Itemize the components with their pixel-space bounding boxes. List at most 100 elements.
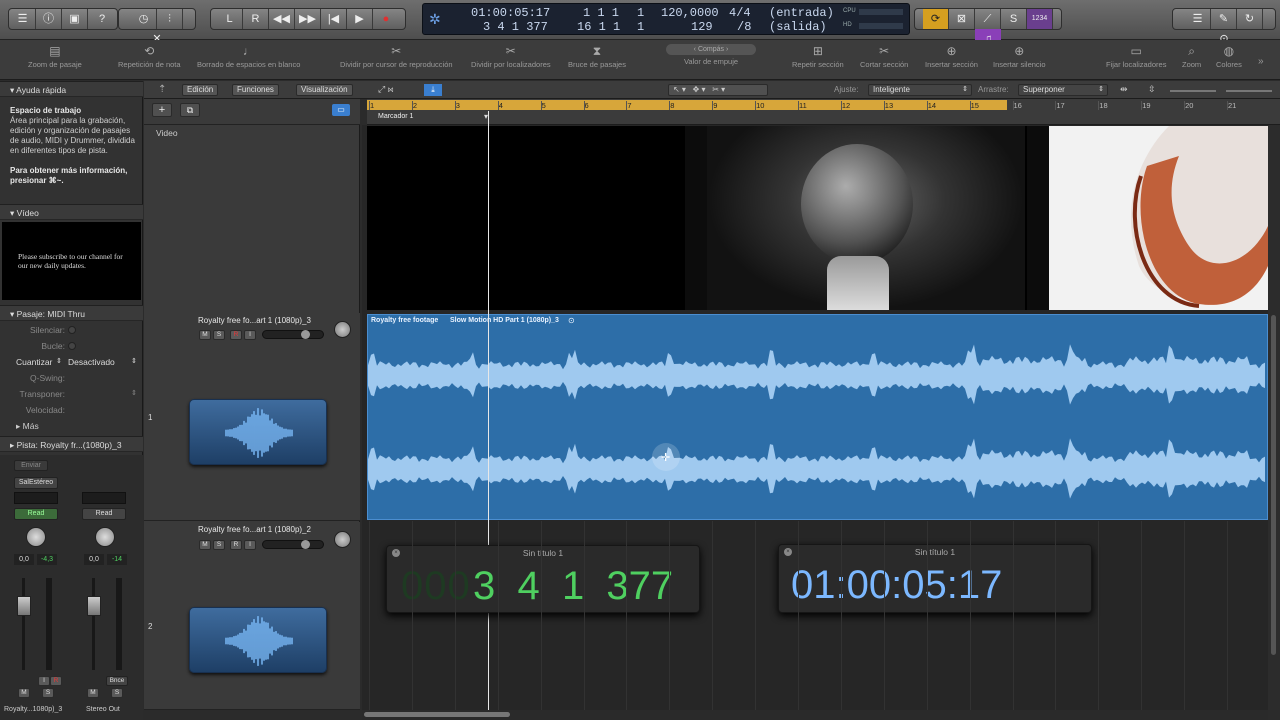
mute-checkbox[interactable] [68,326,76,334]
vertical-scrollbar[interactable] [1268,125,1280,710]
toolbar-insert-section[interactable]: ⊕ Insertar sección [925,44,978,69]
lcd-tempo[interactable]: 120,0000 [661,6,719,20]
audio-region[interactable]: Royalty free footage Slow Motion HD Part… [367,314,1268,520]
functions-menu[interactable]: Funciones [232,84,279,96]
gear-icon[interactable]: ✲ [429,11,441,28]
catch-icon[interactable]: ⤓ [424,84,442,96]
toolbar-zoom[interactable]: ⌕ Zoom [1182,44,1201,69]
bars-beats-window[interactable]: × Sin título 1 000 3 4 1 377 [386,545,700,613]
automation-read-a[interactable]: Read [14,508,58,520]
go-to-start-icon[interactable]: |◀ [321,9,347,29]
group-slot[interactable] [14,492,58,504]
fader-b[interactable] [87,596,101,616]
cycle-icon[interactable]: ⟳ [923,9,949,29]
horizontal-scroll-thumb[interactable] [364,712,510,717]
row-transpose[interactable]: Transponer: ⇕ [0,386,143,402]
region-inspector-header[interactable]: ▾ Pasaje: MIDI Thru [0,305,143,321]
cycle-region[interactable] [367,100,1007,110]
track1-input[interactable]: I [244,330,256,340]
flex-icon[interactable]: ⤢ ⋈ [378,84,393,95]
add-track-icon[interactable]: + [152,103,172,117]
track2-solo[interactable]: S [213,540,225,550]
track1-volume-slider[interactable] [262,330,324,339]
transpose-stepper-icon[interactable]: ⇕ [131,386,137,402]
track-inspector-header[interactable]: ▸ Pista: Royalty fr...(1080p)_3 [0,436,143,452]
fader-a[interactable] [17,596,31,616]
row-loop[interactable]: Bucle: [0,338,143,354]
input-monitor-a[interactable]: I [38,676,50,686]
vertical-scroll-thumb[interactable] [1271,315,1276,655]
track2-mute[interactable]: M [199,540,211,550]
playhead[interactable] [488,111,489,710]
track2-pan-knob[interactable] [334,531,351,548]
vertical-zoom-icon[interactable]: ⇳ [1148,84,1156,95]
automation-read-b[interactable]: Read [82,508,126,520]
notepad-icon[interactable]: ✎ [1211,9,1237,29]
tool-menus-icon[interactable]: ↖ ▾ ✥ ▾ ✂ ▾ [668,84,768,96]
group-slot-b[interactable] [82,492,126,504]
edit-menu[interactable]: Edición [182,84,219,96]
nudge-selector[interactable]: ‹ Compás › [666,44,756,55]
mixer-icon[interactable]: ⫶ [157,9,183,29]
row-mute[interactable]: Silenciar: [0,322,143,338]
library-icon[interactable]: ☰ [10,9,36,29]
toolbar-cut-section[interactable]: ✂ Cortar sección [860,44,908,69]
track1-volume-thumb[interactable] [301,330,310,339]
rewind-icon[interactable]: ◀◀ [269,9,295,29]
track2-icon[interactable] [189,607,327,673]
drag-dropdown[interactable]: Superponer ⇕ [1018,84,1108,96]
add-folder-icon[interactable]: ⧉ [180,103,200,117]
count-in-icon[interactable]: 1234 [1027,9,1053,29]
track-name-1[interactable]: Royalty free fo...art 1 (1080p)_3 [198,316,311,325]
send-slot[interactable]: Enviar [14,460,48,471]
solo-b[interactable]: S [111,688,123,698]
record-icon[interactable]: ● [373,9,399,29]
view-menu[interactable]: Visualización [296,84,353,96]
track1-mute[interactable]: M [199,330,211,340]
global-tracks-icon[interactable]: ▭ [332,104,350,116]
toolbar-crossfade[interactable]: ⧗ Bruce de pasajes [568,44,626,69]
snap-dropdown[interactable]: Inteligente ⇕ [868,84,972,96]
toolbar-split-playhead[interactable]: ✂ Dividir por cursor de reproducción [340,44,453,69]
fast-forward-icon[interactable]: ▶▶ [295,9,321,29]
pan-knob-a[interactable] [26,527,46,547]
track2-volume-thumb[interactable] [301,540,310,549]
toolbar-overflow-icon[interactable]: » [1258,56,1264,67]
toolbar-strip-silence[interactable]: ♩ Borrado de espacios en blanco [197,44,300,69]
timecode-window[interactable]: × Sin título 1 01:00:05:17 [778,544,1092,613]
solo-a[interactable]: S [42,688,54,698]
go-to-left-icon[interactable]: L [217,9,243,29]
toolbar-repeat-section[interactable]: ⊞ Repetir sección [792,44,844,69]
horizontal-zoom-slider[interactable] [1226,90,1272,92]
marker-label[interactable]: Marcador 1 [378,113,413,120]
record-enable-a[interactable]: R [50,676,62,686]
pan-knob-b[interactable] [95,527,115,547]
track2-record[interactable]: R [230,540,242,550]
mute-b[interactable]: M [87,688,99,698]
quantize-stepper-icon[interactable]: ⇕ [56,354,62,370]
smart-controls-icon[interactable]: ▣ [62,9,88,29]
waveform-zoom-icon[interactable]: ⇹ [1120,84,1128,95]
toolbar-split-locators[interactable]: ✂ Dividir por localizadores [471,44,551,69]
mute-a[interactable]: M [18,688,30,698]
lcd-signature[interactable]: 4/4 [729,6,751,20]
toolbar-note-repeat[interactable]: ⟲ Repetición de nota [118,44,181,69]
loops-icon[interactable]: ↻ [1237,9,1263,29]
play-icon[interactable]: ▶ [347,9,373,29]
track1-pan-knob[interactable] [334,321,351,338]
row-velocity[interactable]: Velocidad: [0,402,143,418]
help-icon[interactable]: ? [88,9,116,29]
inspector-icon[interactable]: ⓘ [36,9,62,29]
playhead-handle-icon[interactable]: ▾ [484,112,488,121]
toolbar-insert-silence[interactable]: ⊕ Insertar silencio [993,44,1046,69]
track2-volume-slider[interactable] [262,540,324,549]
up-arrow-icon[interactable]: ⇡ [158,84,166,95]
row-quantize[interactable]: Cuantizar ⇕ Desactivado ⇕ [0,354,143,370]
track1-record[interactable]: R [230,330,242,340]
quantize-dropdown-icon[interactable]: ⇕ [131,354,137,370]
lcd-display[interactable]: ✲ 01:00:05:17 3 4 1 377 1 1 1 1 16 1 1 1… [422,3,910,35]
quickhelp-header[interactable]: ▾ Ayuda rápida [0,81,143,97]
toolbar-colors[interactable]: ◍ Colores [1216,44,1242,69]
solo-icon[interactable]: S [1001,9,1027,29]
toolbar-set-locators[interactable]: ▭ Fijar localizadores [1106,44,1166,69]
